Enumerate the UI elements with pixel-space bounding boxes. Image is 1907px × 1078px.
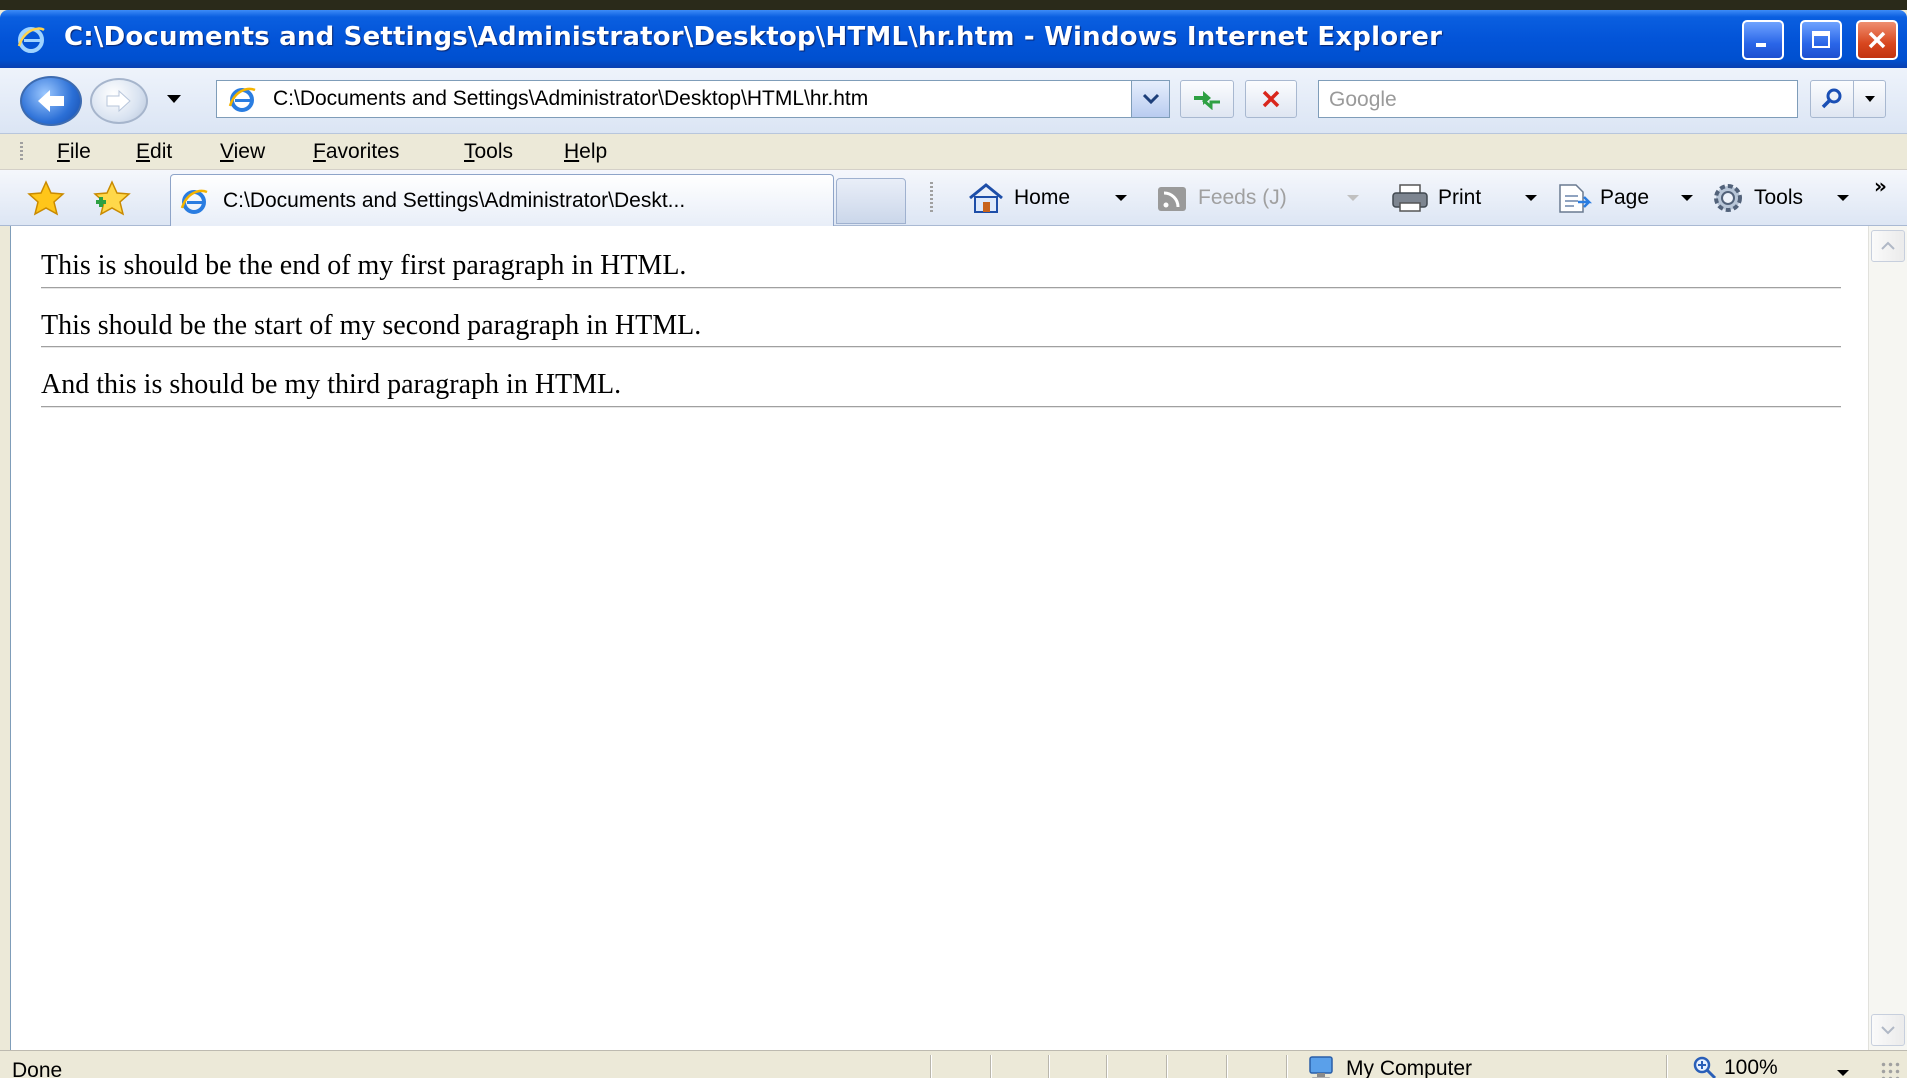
star-icon[interactable] [26,180,66,216]
status-separator [1048,1055,1049,1078]
status-separator [1226,1055,1227,1078]
chevron-down-icon [1142,93,1159,105]
command-bar-grip[interactable] [930,182,933,214]
home-icon [969,183,1003,213]
zoom-level[interactable]: 100% [1692,1055,1778,1078]
scroll-up-button[interactable] [1871,230,1905,262]
close-icon [1868,31,1886,49]
search-icon [1821,88,1842,109]
minimize-button[interactable] [1742,20,1784,60]
printer-icon [1392,184,1428,212]
magnifier-icon [1693,1056,1717,1078]
search-placeholder: Google [1329,88,1397,111]
minimize-icon [1756,43,1766,47]
feeds-label: Feeds (J) [1198,186,1287,209]
page-icon [1559,184,1592,213]
zone-label: My Computer [1346,1057,1473,1078]
stop-button[interactable] [1245,80,1297,118]
print-label: Print [1438,186,1482,209]
status-separator [1286,1055,1287,1078]
status-text: Done [12,1059,63,1078]
home-label: Home [1014,186,1071,209]
menu-help[interactable]: Help [564,140,607,164]
computer-icon [1309,1056,1333,1078]
search-button[interactable] [1810,80,1854,118]
status-separator [1666,1055,1667,1078]
more-commands-chevron-icon[interactable]: » [1874,174,1887,198]
tools-label: Tools [1754,186,1804,209]
search-input[interactable]: Google [1318,80,1798,118]
chevron-down-icon [1881,1026,1895,1035]
status-separator [1166,1055,1167,1078]
forward-button[interactable] [90,78,148,124]
recent-pages-dropdown-icon[interactable] [166,94,182,104]
new-tab-button[interactable] [836,178,906,224]
feeds-dropdown-icon[interactable] [1346,194,1360,202]
chevron-up-icon [1881,241,1895,250]
page-label: Page [1600,186,1650,209]
address-dropdown-button[interactable] [1131,81,1169,117]
zoom-dropdown-icon[interactable] [1836,1069,1850,1077]
vertical-scrollbar[interactable] [1868,226,1907,1050]
stop-icon [1262,90,1280,108]
security-zone[interactable]: My Computer [1306,1055,1472,1078]
scroll-down-button[interactable] [1871,1014,1905,1046]
resize-grip[interactable] [1880,1061,1902,1078]
status-bar: Done My Computer 100% [0,1050,1907,1078]
tab-label: C:\Documents and Settings\Administrator\… [223,189,686,212]
address-text[interactable]: C:\Documents and Settings\Administrator\… [273,87,868,111]
refresh-button[interactable] [1180,80,1234,118]
home-dropdown-icon[interactable] [1114,194,1128,202]
menu-tools[interactable]: Tools [464,140,513,164]
toolbar-grip[interactable] [20,142,23,162]
menu-edit[interactable]: Edit [136,140,172,164]
forward-arrow-icon [106,89,131,113]
navigation-bar: C:\Documents and Settings\Administrator\… [0,68,1907,134]
maximize-icon [1812,31,1830,48]
horizontal-rule-3 [41,406,1841,408]
paragraph-1: This is should be the end of my first pa… [41,250,687,281]
back-arrow-icon [38,90,64,112]
page-dropdown-icon[interactable] [1680,194,1694,202]
home-button[interactable]: Home [966,180,1070,216]
menu-favorites[interactable]: Favorites [313,140,399,164]
window-title: C:\Documents and Settings\Administrator\… [64,22,1443,52]
address-bar[interactable]: C:\Documents and Settings\Administrator\… [216,80,1170,118]
back-button[interactable] [20,76,82,126]
tab-hr-htm[interactable]: C:\Documents and Settings\Administrator\… [170,174,834,226]
paragraph-2: This should be the start of my second pa… [41,310,702,341]
horizontal-rule-2 [41,346,1841,348]
search-options-dropdown[interactable] [1854,80,1886,118]
page-button[interactable]: Page [1556,180,1649,216]
ie-page-icon [228,87,256,112]
tools-button[interactable]: Tools [1710,180,1803,216]
ie-page-icon [180,189,208,214]
ie-icon [17,27,45,53]
maximize-button[interactable] [1800,20,1842,60]
menu-view[interactable]: View [220,140,265,164]
print-button[interactable]: Print [1390,180,1481,216]
menu-bar: File Edit View Favorites Tools Help [0,134,1907,170]
status-separator [930,1055,931,1078]
zoom-label: 100% [1724,1056,1778,1078]
status-separator [1106,1055,1107,1078]
menu-file[interactable]: File [57,140,91,164]
tools-dropdown-icon[interactable] [1836,194,1850,202]
gear-icon [1714,184,1742,212]
paragraph-3: And this is should be my third paragraph… [41,369,622,400]
status-separator [990,1055,991,1078]
rss-icon [1158,187,1186,211]
browser-window: C:\Documents and Settings\Administrator\… [0,10,1907,1078]
refresh-icon [1194,91,1220,110]
add-favorite-icon[interactable] [92,180,132,216]
tab-bar: C:\Documents and Settings\Administrator\… [0,170,1907,226]
horizontal-rule-1 [41,287,1841,289]
close-button[interactable] [1856,20,1898,60]
page-content: This is should be the end of my first pa… [10,226,1868,1050]
chevron-down-icon [1864,96,1875,102]
print-dropdown-icon[interactable] [1524,194,1538,202]
feeds-button[interactable]: Feeds (J) [1156,180,1287,216]
title-bar[interactable]: C:\Documents and Settings\Administrator\… [0,10,1907,68]
